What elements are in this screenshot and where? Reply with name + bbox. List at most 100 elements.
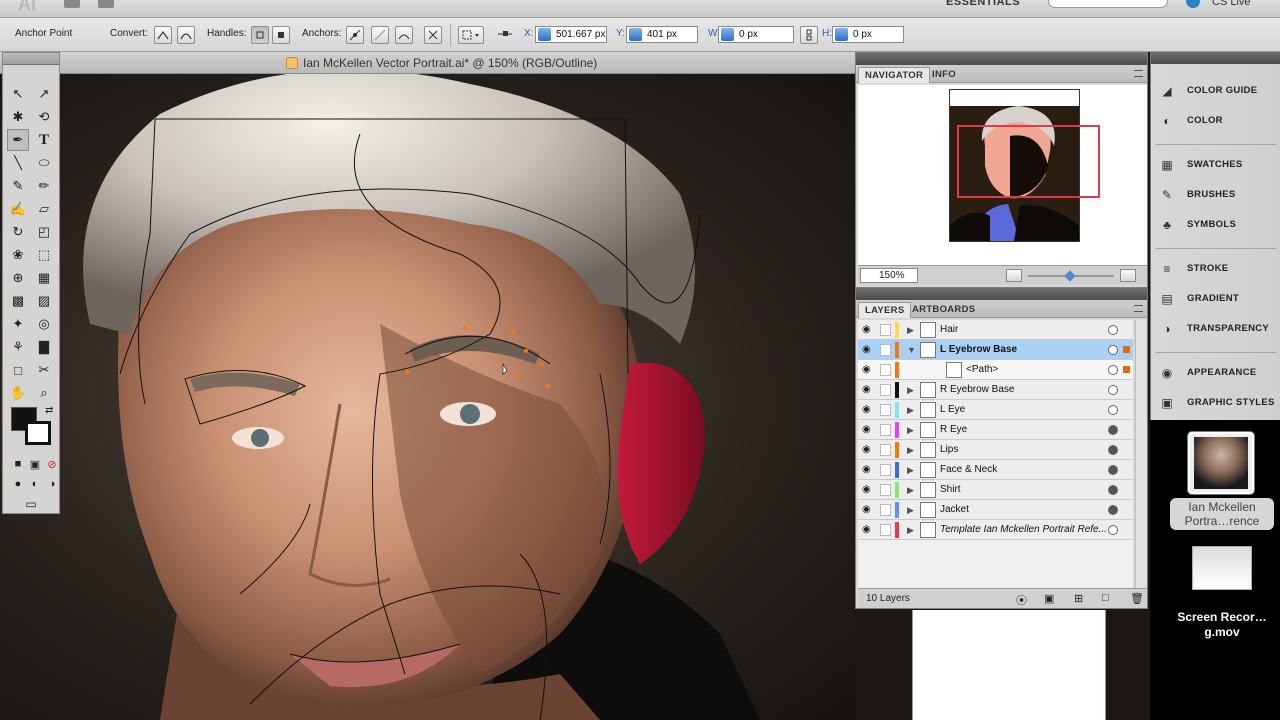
convert-to-corner-button[interactable] — [154, 26, 172, 44]
width-stepper[interactable] — [721, 28, 734, 41]
mesh-tool-icon[interactable]: ▩ — [7, 290, 29, 312]
rotate-tool-icon[interactable]: ↻ — [7, 221, 29, 243]
scale-tool-icon[interactable]: ◰ — [33, 221, 55, 243]
layer-row[interactable]: ◉▶L Eye — [858, 400, 1133, 420]
lock-toggle[interactable] — [880, 484, 891, 496]
warp-tool-icon[interactable]: ❀ — [7, 244, 29, 266]
target-circle-icon[interactable] — [1108, 345, 1118, 355]
lock-toggle[interactable] — [880, 384, 891, 396]
expand-triangle-icon[interactable]: ▼ — [907, 345, 916, 355]
visibility-eye-icon[interactable]: ◉ — [862, 364, 874, 376]
layer-row[interactable]: ◉ ▶ Hair — [858, 320, 1133, 340]
help-search-input[interactable] — [1048, 0, 1168, 8]
zoom-slider-thumb[interactable] — [1064, 270, 1075, 281]
lock-toggle[interactable] — [880, 524, 891, 536]
y-field[interactable]: 401 px — [626, 26, 698, 43]
dock-item-symbols[interactable]: ♣SYMBOLS — [1157, 214, 1277, 236]
screen-recording-file[interactable] — [1192, 546, 1252, 590]
eyedropper-tool-icon[interactable]: ✦ — [7, 313, 29, 335]
draw-inside-icon[interactable]: ◑ — [41, 473, 63, 495]
visibility-eye-icon[interactable]: ◉ — [862, 464, 874, 476]
visibility-eye-icon[interactable]: ◉ — [862, 344, 874, 356]
lock-toggle[interactable] — [880, 364, 891, 376]
arrange-documents-button[interactable] — [98, 0, 114, 8]
layer-row[interactable]: ◉▶Shirt — [858, 480, 1133, 500]
direct-selection-tool-icon[interactable]: ↗ — [33, 83, 55, 105]
ellipse-tool-icon[interactable]: ⬭ — [33, 152, 55, 174]
visibility-eye-icon[interactable]: ◉ — [862, 484, 874, 496]
dock-item-stroke[interactable]: ≡STROKE — [1157, 258, 1277, 280]
shape-builder-tool-icon[interactable]: ⊕ — [7, 267, 29, 289]
expand-triangle-icon[interactable]: ▶ — [907, 485, 914, 496]
paintbrush-tool-icon[interactable]: ✎ — [7, 175, 29, 197]
tab-navigator[interactable]: NAVIGATOR — [858, 67, 930, 83]
reference-image-file[interactable] — [1188, 432, 1254, 494]
zoom-field[interactable]: 150% — [860, 268, 918, 283]
layer-name[interactable]: L Eye — [940, 404, 965, 415]
dock-item-color-guide[interactable]: ◢COLOR GUIDE — [1157, 80, 1277, 102]
swap-fill-stroke-icon[interactable]: ⇄ — [45, 405, 53, 416]
tab-artboards[interactable]: ARTBOARDS — [906, 302, 981, 318]
width-field[interactable]: 0 px — [718, 26, 794, 43]
tab-layers[interactable]: LAYERS — [858, 302, 911, 318]
expand-triangle-icon[interactable]: ▶ — [907, 325, 914, 336]
artboard-canvas[interactable] — [0, 74, 856, 720]
expand-triangle-icon[interactable]: ▶ — [907, 465, 914, 476]
lock-toggle[interactable] — [880, 344, 891, 356]
visibility-eye-icon[interactable]: ◉ — [862, 324, 874, 336]
layer-name[interactable]: <Path> — [966, 364, 998, 375]
isolate-button[interactable] — [424, 26, 442, 44]
layer-name[interactable]: Template Ian Mckellen Portrait Refe... — [940, 524, 1107, 535]
dock-item-color[interactable]: ◐COLOR — [1157, 110, 1277, 132]
none-mode-icon[interactable]: ⊘ — [41, 453, 63, 475]
new-layer-icon[interactable]: □ — [1102, 592, 1118, 605]
layer-name[interactable]: Hair — [940, 324, 958, 335]
layers-scrollbar[interactable] — [1135, 320, 1146, 588]
hide-handles-button[interactable] — [272, 26, 290, 44]
view-proxy-box[interactable] — [957, 125, 1100, 198]
convert-to-smooth-button[interactable] — [177, 26, 195, 44]
target-circle-icon[interactable] — [1108, 505, 1118, 515]
layer-name[interactable]: R Eyebrow Base — [940, 384, 1014, 395]
expand-triangle-icon[interactable]: ▶ — [907, 525, 914, 536]
layer-row[interactable]: ◉ ▼ L Eyebrow Base — [858, 340, 1133, 360]
layer-name[interactable]: L Eyebrow Base — [940, 344, 1017, 355]
delete-layer-icon[interactable]: 🗑 — [1130, 592, 1146, 605]
visibility-eye-icon[interactable]: ◉ — [862, 444, 874, 456]
panel-menu-icon[interactable] — [1134, 305, 1143, 312]
panel-menu-icon[interactable] — [1134, 70, 1143, 77]
expand-triangle-icon[interactable]: ▶ — [907, 405, 914, 416]
lock-toggle[interactable] — [880, 424, 891, 436]
perspective-grid-tool-icon[interactable]: ▦ — [33, 267, 55, 289]
tab-info[interactable]: INFO — [926, 67, 962, 83]
screen-mode-icon[interactable]: ▭ — [20, 493, 42, 515]
sublayer-row[interactable]: ◉ <Path> — [858, 360, 1133, 380]
dock-item-appearance[interactable]: ◉APPEARANCE — [1157, 362, 1277, 384]
cs-live-icon[interactable] — [1186, 0, 1200, 8]
target-circle-icon[interactable] — [1108, 365, 1118, 375]
layer-name[interactable]: R Eye — [940, 424, 967, 435]
lock-toggle[interactable] — [880, 464, 891, 476]
reference-image-filename[interactable]: Ian Mckellen Portra…rence — [1170, 498, 1274, 530]
target-circle-icon[interactable] — [1108, 405, 1118, 415]
layer-name[interactable]: Lips — [940, 444, 958, 455]
lock-toggle[interactable] — [880, 404, 891, 416]
target-circle-icon[interactable] — [1108, 465, 1118, 475]
dock-item-brushes[interactable]: ✎BRUSHES — [1157, 184, 1277, 206]
workspace-switcher[interactable]: ESSENTIALS — [946, 0, 1020, 8]
visibility-eye-icon[interactable]: ◉ — [862, 504, 874, 516]
hand-tool-icon[interactable]: ✋ — [7, 382, 29, 404]
zoom-in-button[interactable] — [1120, 269, 1136, 282]
symbol-sprayer-tool-icon[interactable]: ⚘ — [7, 336, 29, 358]
visibility-eye-icon[interactable]: ◉ — [862, 524, 874, 536]
bridge-button[interactable] — [64, 0, 80, 8]
dock-item-transparency[interactable]: ◑TRANSPARENCY — [1157, 318, 1277, 340]
lasso-tool-icon[interactable]: ⟲ — [33, 106, 55, 128]
target-circle-icon[interactable] — [1108, 325, 1118, 335]
stroke-swatch[interactable] — [25, 421, 51, 445]
x-stepper[interactable] — [538, 28, 551, 41]
show-handles-button[interactable] — [251, 26, 269, 44]
transform-reference-icon[interactable] — [496, 26, 514, 44]
dock-item-swatches[interactable]: ▦SWATCHES — [1157, 154, 1277, 176]
dock-item-gradient[interactable]: ▤GRADIENT — [1157, 288, 1277, 310]
